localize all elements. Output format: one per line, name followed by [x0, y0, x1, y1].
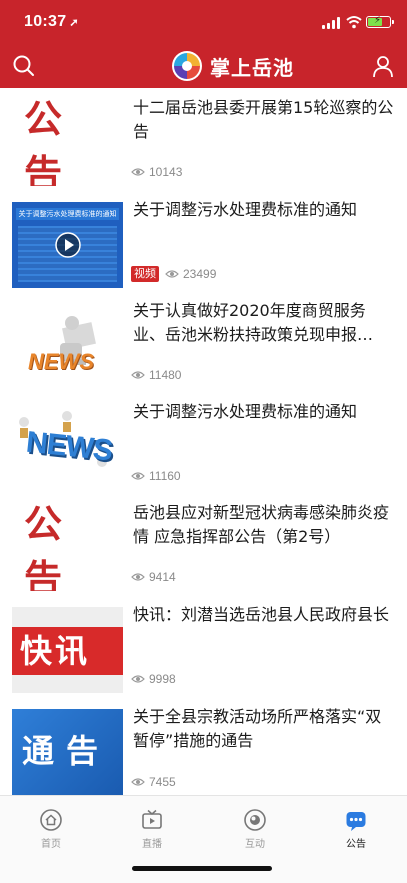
view-count: 9998	[149, 672, 176, 686]
search-icon[interactable]	[10, 52, 38, 80]
announcement-icon	[346, 812, 366, 831]
news-thumbnail: NEWS	[12, 404, 123, 490]
news-item[interactable]: 公告 十二届岳池县委开展第15轮巡察的公告 10143	[0, 88, 407, 190]
view-count: 10143	[149, 165, 183, 179]
news-title: 关于全县宗教活动场所严格落实“双暂停”措施的通告	[133, 707, 382, 750]
news-meta: 11160	[131, 468, 181, 484]
tv-icon	[142, 809, 162, 829]
battery-icon: ⚡	[366, 15, 394, 28]
nav-bar: 掌上岳池	[0, 44, 407, 88]
announcement-thumbnail: 公告	[12, 505, 123, 591]
tab-label: 公告	[346, 839, 366, 850]
tab-announcement[interactable]: 公告	[326, 808, 386, 850]
news-title: 关于调整污水处理费标准的通知	[133, 402, 358, 421]
interaction-icon	[244, 809, 266, 831]
news-item[interactable]: 通告 关于全县宗教活动场所严格落实“双暂停”措施的通告 7455	[0, 697, 407, 795]
view-count-icon	[131, 573, 145, 581]
news-item[interactable]: NEWS 关于调整污水处理费标准的通知 11160	[0, 392, 407, 493]
view-count-icon	[131, 778, 145, 786]
wifi-icon	[346, 16, 362, 29]
location-arrow-icon: ➚	[69, 17, 79, 29]
news-title: 关于调整污水处理费标准的通知	[133, 200, 358, 219]
thumbnail-caption: 关于调整污水处理费标准的通知	[16, 208, 119, 220]
news-thumbnail: NEWS	[12, 303, 123, 389]
news-title: 关于认真做好2020年度商贸服务业、岳池米粉扶持政策兑现申报…	[133, 301, 374, 344]
news-title: 十二届岳池县委开展第15轮巡察的公告	[133, 98, 394, 141]
view-count-icon	[131, 168, 145, 176]
news-item[interactable]: 快讯 快讯：刘潜当选岳池县人民政府县长 9998	[0, 595, 407, 697]
tab-home[interactable]: 首页	[21, 808, 81, 850]
view-count: 9414	[149, 570, 176, 584]
view-count-icon	[165, 270, 179, 278]
app-logo-icon	[172, 51, 202, 81]
app-title: 掌上岳池	[210, 55, 294, 80]
news-item[interactable]: 关于调整污水处理费标准的通知 关于调整污水处理费标准的通知 视频 23499	[0, 190, 407, 291]
tab-label: 首页	[41, 839, 61, 850]
news-meta: 9998	[131, 671, 176, 687]
user-profile-icon[interactable]	[369, 52, 397, 80]
news-meta: 视频 23499	[131, 266, 216, 282]
announcement-thumbnail: 公告	[12, 100, 123, 186]
news-meta: 7455	[131, 774, 176, 790]
tab-interaction[interactable]: 互动	[225, 808, 285, 850]
video-thumbnail: 关于调整污水处理费标准的通知	[12, 202, 123, 288]
home-indicator[interactable]	[132, 866, 272, 871]
notice-thumbnail: 通告	[12, 709, 123, 795]
news-meta: 9414	[131, 569, 176, 585]
view-count: 7455	[149, 775, 176, 789]
news-title: 岳池县应对新型冠状病毒感染肺炎疫情 应急指挥部公告（第2号）	[133, 503, 390, 546]
app-header: 10:37 ➚ ⚡ 掌上岳池	[0, 0, 407, 88]
flash-news-thumbnail: 快讯	[12, 607, 123, 693]
notice-graphic-text: 通告	[22, 732, 111, 770]
view-count: 11160	[149, 469, 181, 483]
news-figure-illustration	[60, 316, 96, 365]
news-item[interactable]: 公告 岳池县应对新型冠状病毒感染肺炎疫情 应急指挥部公告（第2号） 9414	[0, 493, 407, 595]
view-count-icon	[131, 472, 145, 480]
view-count-icon	[131, 371, 145, 379]
status-time: 10:37 ➚	[24, 13, 79, 30]
status-bar: 10:37 ➚ ⚡	[0, 0, 407, 44]
news-item[interactable]: NEWS 关于认真做好2020年度商贸服务业、岳池米粉扶持政策兑现申报… 114…	[0, 291, 407, 392]
cellular-signal-icon	[322, 17, 342, 29]
tab-label: 直播	[142, 839, 162, 850]
video-badge: 视频	[131, 266, 159, 282]
news-graphic-text: NEWS	[28, 349, 94, 374]
tab-live[interactable]: 直播	[122, 808, 182, 850]
news-title: 快讯：刘潜当选岳池县人民政府县长	[133, 605, 390, 624]
view-count-icon	[131, 675, 145, 683]
news-feed: 公告 十二届岳池县委开展第15轮巡察的公告 10143 关于调整污水处理费标准的…	[0, 88, 407, 795]
home-icon	[40, 809, 62, 831]
news-meta: 10143	[131, 164, 182, 180]
tab-label: 互动	[245, 839, 265, 850]
play-icon[interactable]	[55, 232, 81, 258]
news-meta: 11480	[131, 367, 181, 383]
flash-news-graphic-text: 快讯	[20, 632, 91, 670]
view-count: 23499	[183, 267, 217, 281]
brand: 掌上岳池	[170, 48, 294, 84]
view-count: 11480	[149, 368, 182, 382]
